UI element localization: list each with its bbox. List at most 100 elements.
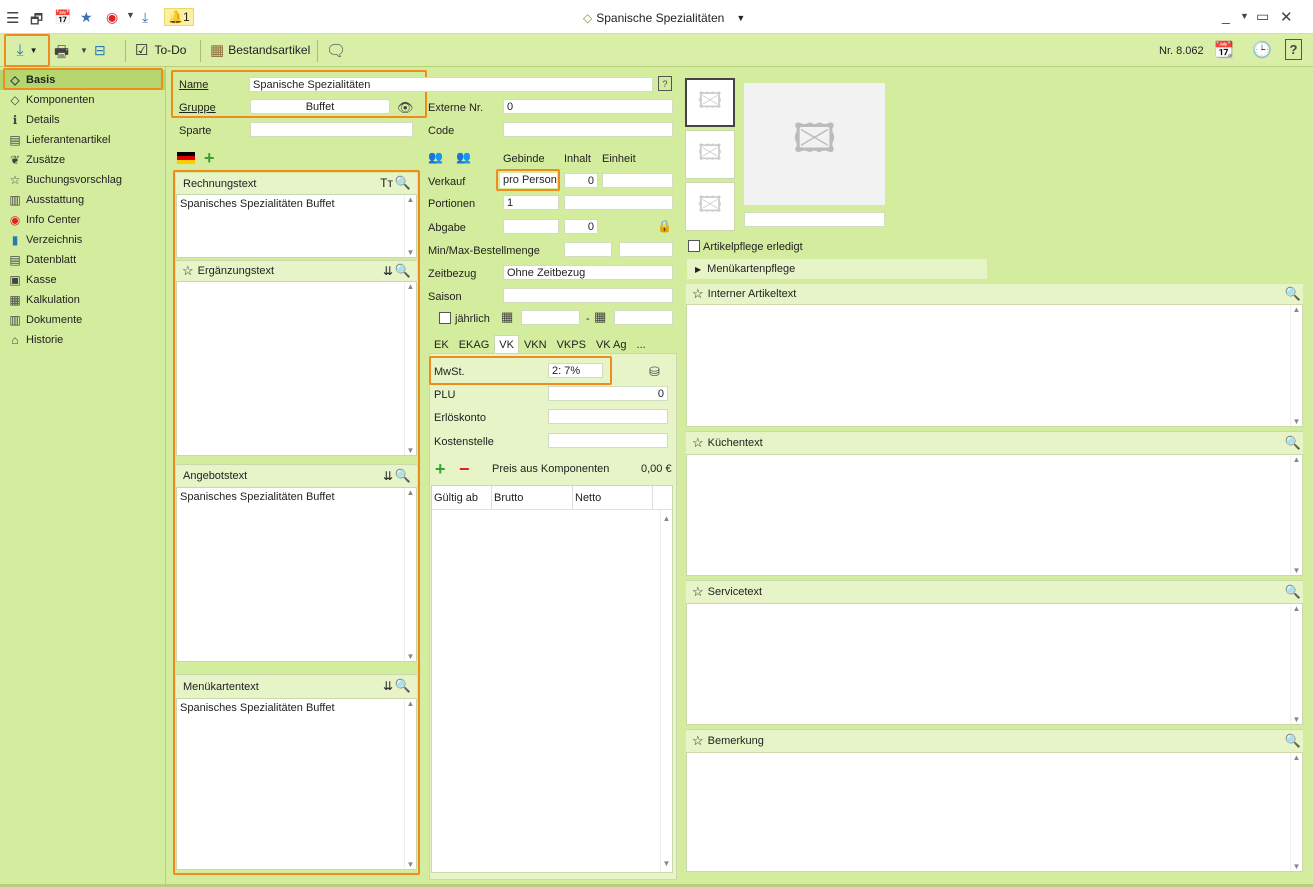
bemerkung-area[interactable]: ▲ ▼: [686, 752, 1303, 872]
windows-icon[interactable]: 🗗: [30, 9, 43, 33]
gruppe-label[interactable]: Gruppe: [179, 102, 216, 114]
users-settings-icon[interactable]: 👥: [456, 150, 471, 164]
sidebar-item-ausstattung[interactable]: ▥ Ausstattung: [0, 190, 165, 210]
saison-end-input[interactable]: [614, 310, 673, 325]
add-language-icon[interactable]: +: [204, 148, 215, 169]
saison-start-input[interactable]: [521, 310, 580, 325]
angebotstext-area[interactable]: Spanisches Spezialitäten Buffet ▲ ▼: [176, 487, 417, 662]
star-icon[interactable]: ☆: [182, 263, 194, 279]
link-icon[interactable]: ⊟: [94, 42, 106, 59]
abgabe-gebinde-input[interactable]: [503, 219, 559, 234]
chevron-down-icon[interactable]: ▼: [80, 46, 88, 55]
rechnungstext-area[interactable]: Spanisches Spezialitäten Buffet ▲ ▼: [176, 194, 417, 258]
history-calendar-icon[interactable]: 📆: [1214, 40, 1234, 60]
sidebar-item-basis[interactable]: ◇ Basis: [0, 70, 165, 90]
scrollbar[interactable]: ▲ ▼: [404, 282, 416, 455]
save-button[interactable]: ⤓ ▼: [4, 34, 50, 67]
maximize-icon[interactable]: ▭: [1256, 8, 1269, 25]
sort-icon[interactable]: ⇊: [383, 264, 393, 278]
minimize-icon[interactable]: _: [1222, 8, 1230, 24]
zoom-icon[interactable]: 🔍: [395, 175, 411, 191]
chevron-down-icon[interactable]: ▼: [126, 10, 135, 20]
star-icon[interactable]: ☆: [692, 584, 704, 600]
sidebar-item-kasse[interactable]: ▣ Kasse: [0, 270, 165, 290]
scrollbar[interactable]: ▲ ▼: [1290, 604, 1302, 724]
comment-icon[interactable]: 🗨: [326, 41, 346, 61]
tab-ek[interactable]: EK: [429, 335, 454, 355]
portionen-input[interactable]: 1: [503, 195, 559, 210]
interner-artikeltext-area[interactable]: ▲ ▼: [686, 304, 1303, 427]
tab-vkps[interactable]: VKPS: [552, 335, 591, 355]
jaehrlich-checkbox[interactable]: [439, 312, 451, 324]
users-icon[interactable]: 👥: [428, 150, 443, 164]
max-input[interactable]: [619, 242, 673, 257]
portionen-einheit-input[interactable]: [564, 195, 673, 210]
sidebar-item-datenblatt[interactable]: ▤ Datenblatt: [0, 250, 165, 270]
mwst-input[interactable]: 2: 7%: [548, 363, 603, 378]
scrollbar[interactable]: ▲ ▼: [660, 510, 672, 872]
help-icon[interactable]: ?: [1285, 39, 1302, 60]
image-thumb-1[interactable]: 🖾: [685, 78, 735, 127]
zeitbezug-label[interactable]: Zeitbezug: [428, 268, 476, 280]
note-icon[interactable]: ?: [658, 76, 672, 91]
scrollbar[interactable]: ▲ ▼: [1290, 455, 1302, 575]
compass-icon[interactable]: ◉: [106, 9, 118, 26]
sidebar-item-lieferantenartikel[interactable]: ▤ Lieferantenartikel: [0, 130, 165, 150]
plu-input[interactable]: 0: [548, 386, 668, 401]
tab-more[interactable]: ...: [632, 335, 651, 355]
sidebar-item-info-center[interactable]: ◉ Info Center: [0, 210, 165, 230]
ergaenzungstext-area[interactable]: ▲ ▼: [176, 281, 417, 456]
sidebar-item-kalkulation[interactable]: ▦ Kalkulation: [0, 290, 165, 310]
zoom-icon[interactable]: 🔍: [395, 263, 411, 279]
kostenstelle-input[interactable]: [548, 433, 668, 448]
sparte-input[interactable]: [250, 122, 413, 137]
add-icon[interactable]: +: [435, 459, 446, 480]
calendar-icon[interactable]: ▦: [501, 309, 513, 325]
print-icon[interactable]: 🖶: [54, 41, 69, 68]
calendar-icon[interactable]: ▦: [594, 309, 606, 325]
scrollbar[interactable]: ▲ ▼: [404, 488, 416, 661]
zoom-icon[interactable]: 🔍: [395, 678, 411, 694]
image-thumb-2[interactable]: 🖾: [685, 130, 735, 179]
tab-vkag[interactable]: VK Ag: [591, 335, 632, 355]
sidebar-item-details[interactable]: ℹ Details: [0, 110, 165, 130]
todo-button[interactable]: ☑ To-Do: [135, 41, 186, 59]
verkauf-einheit-input[interactable]: [602, 173, 673, 188]
externe-nr-input[interactable]: 0: [503, 99, 673, 114]
remove-icon[interactable]: −: [459, 459, 470, 480]
sort-icon[interactable]: ⇊: [383, 469, 393, 483]
kuechentext-area[interactable]: ▲ ▼: [686, 454, 1303, 576]
hamburger-menu-icon[interactable]: ☰: [6, 9, 19, 27]
calendar-clock-icon[interactable]: 📅: [54, 9, 71, 26]
sidebar-item-historie[interactable]: ⌂ Historie: [0, 330, 165, 350]
col-brutto[interactable]: Brutto: [492, 486, 573, 509]
sidebar-item-verzeichnis[interactable]: ▮ Verzeichnis: [0, 230, 165, 250]
image-caption-input[interactable]: [744, 212, 885, 227]
zoom-icon[interactable]: 🔍: [395, 468, 411, 484]
lock-icon[interactable]: 🔒: [657, 219, 672, 233]
star-icon[interactable]: ☆: [692, 286, 704, 302]
saison-input[interactable]: [503, 288, 673, 303]
window-title-group[interactable]: ◇ Spanische Spezialitäten ▼: [583, 11, 745, 25]
name-input[interactable]: Spanische Spezialitäten: [249, 77, 653, 92]
sidebar-item-dokumente[interactable]: ▥ Dokumente: [0, 310, 165, 330]
tab-ekag[interactable]: EKAG: [454, 335, 495, 355]
favorite-star-icon[interactable]: ★: [80, 9, 93, 26]
verkauf-gebinde-input[interactable]: pro Person: [500, 173, 557, 188]
notification-badge[interactable]: 🔔1: [164, 8, 194, 26]
zoom-icon[interactable]: 🔍: [1285, 733, 1301, 749]
zeitbezug-input[interactable]: Ohne Zeitbezug: [503, 265, 673, 280]
schedule-icon[interactable]: 🕒: [1252, 40, 1272, 60]
gruppe-input[interactable]: Buffet: [250, 99, 390, 114]
menuekartentext-area[interactable]: Spanisches Spezialitäten Buffet ▲ ▼: [176, 698, 417, 870]
tax-icon[interactable]: ⛁: [649, 364, 660, 380]
scrollbar[interactable]: ▲ ▼: [404, 699, 416, 869]
star-icon[interactable]: ☆: [692, 733, 704, 749]
bestandsartikel-button[interactable]: ▦ Bestandsartikel: [210, 41, 310, 59]
code-input[interactable]: [503, 122, 673, 137]
erloeskonto-input[interactable]: [548, 409, 668, 424]
tab-vk[interactable]: VK: [494, 335, 519, 355]
sort-icon[interactable]: ⇊: [383, 679, 393, 693]
chevron-down-icon[interactable]: ▼: [1240, 11, 1249, 21]
menuekartenpflege-expander[interactable]: ▶ Menükartenpflege: [687, 259, 987, 279]
